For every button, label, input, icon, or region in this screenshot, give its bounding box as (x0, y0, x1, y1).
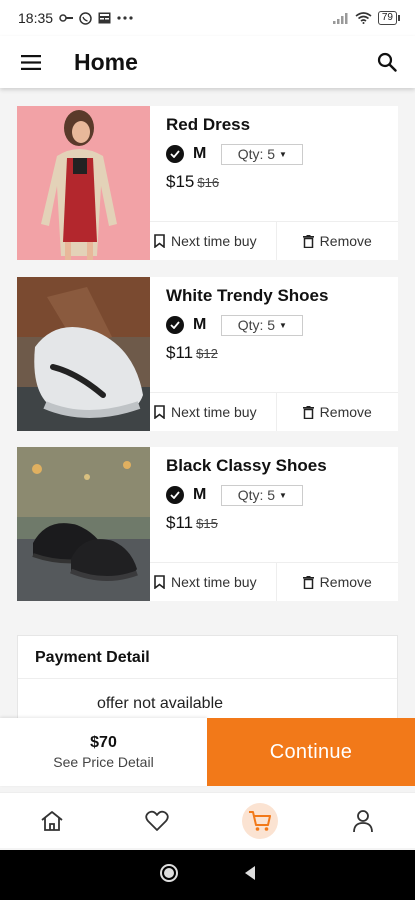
product-name: White Trendy Shoes (166, 286, 329, 305)
product-old-price: $12 (196, 346, 218, 361)
app-bar: Home (0, 36, 415, 88)
cart-item-card: Black Classy Shoes M Qty: 5 ▼ $11 $15 Ne… (17, 447, 398, 601)
check-circle-icon (166, 316, 184, 334)
quantity-dropdown[interactable]: Qty: 5 ▼ (221, 143, 304, 165)
check-circle-icon (166, 486, 184, 504)
home-icon[interactable] (32, 801, 72, 841)
next-time-buy-label: Next time buy (171, 233, 257, 249)
remove-button[interactable]: Remove (277, 563, 399, 601)
hamburger-menu-icon[interactable] (17, 48, 45, 76)
product-size: M (193, 316, 207, 333)
trash-icon (302, 575, 314, 589)
status-time: 18:35 (18, 10, 54, 26)
price-row: $11 $15 (166, 513, 218, 533)
bookmark-icon (154, 234, 165, 248)
item-actions: Next time buy Remove (150, 562, 398, 601)
bookmark-icon (154, 575, 165, 589)
system-nav-bar (0, 850, 415, 900)
price-row: $15 $16 (166, 172, 219, 192)
caret-down-icon: ▼ (279, 490, 287, 500)
remove-label: Remove (319, 404, 372, 420)
cell-signal-icon (332, 12, 349, 24)
checkout-bar: $70 See Price Detail Continue (0, 718, 415, 786)
news-icon (98, 12, 111, 24)
cart-item-card: Red Dress M Qty: 5 ▼ $15 $16 Next time b… (17, 106, 398, 260)
cart-item-card: White Trendy Shoes M Qty: 5 ▼ $11 $12 Ne… (17, 277, 398, 431)
quantity-dropdown[interactable]: Qty: 5 ▼ (221, 484, 304, 506)
home-circle-icon[interactable] (159, 863, 179, 888)
next-time-buy-label: Next time buy (171, 404, 257, 420)
item-actions: Next time buy Remove (150, 221, 398, 260)
battery-icon: 79 (377, 11, 401, 25)
status-bar: 18:35 79 (0, 0, 415, 36)
heart-icon[interactable] (137, 801, 177, 841)
product-name: Black Classy Shoes (166, 456, 327, 475)
bookmark-icon (154, 405, 165, 419)
remove-label: Remove (319, 233, 372, 249)
product-old-price: $15 (196, 516, 218, 531)
next-time-buy-button[interactable]: Next time buy (150, 393, 277, 431)
payment-detail-title: Payment Detail (35, 649, 150, 666)
size-row: M Qty: 5 ▼ (166, 314, 304, 336)
check-circle-icon (166, 145, 184, 163)
profile-icon[interactable] (343, 801, 383, 841)
product-name: Red Dress (166, 115, 251, 134)
signal-key-icon (59, 13, 74, 23)
trash-icon (302, 405, 314, 419)
page-title: Home (74, 48, 138, 75)
product-image-white-shoes[interactable] (17, 277, 150, 431)
product-size: M (193, 486, 207, 503)
quantity-label: Qty: 5 (237, 146, 276, 162)
quantity-label: Qty: 5 (237, 317, 276, 333)
size-row: M Qty: 5 ▼ (166, 143, 304, 165)
next-time-buy-button[interactable]: Next time buy (150, 563, 277, 601)
next-time-buy-button[interactable]: Next time buy (150, 222, 277, 260)
product-image-red-dress[interactable] (17, 106, 150, 260)
next-time-buy-label: Next time buy (171, 574, 257, 590)
product-price: $15 (166, 172, 195, 191)
product-image-black-shoes[interactable] (17, 447, 150, 601)
product-old-price: $16 (197, 175, 220, 190)
back-triangle-icon[interactable] (243, 865, 257, 886)
product-price: $11 (166, 513, 194, 532)
cart-icon[interactable] (241, 802, 278, 839)
remove-label: Remove (319, 574, 372, 590)
caret-down-icon: ▼ (279, 320, 287, 330)
remove-button[interactable]: Remove (277, 393, 399, 431)
product-price: $11 (166, 343, 194, 362)
search-icon[interactable] (373, 48, 401, 76)
quantity-label: Qty: 5 (237, 487, 276, 503)
more-dots-icon (117, 16, 133, 20)
see-price-detail-link[interactable]: See Price Detail (53, 754, 153, 770)
divider (18, 678, 397, 679)
size-row: M Qty: 5 ▼ (166, 484, 304, 506)
remove-button[interactable]: Remove (277, 222, 399, 260)
caret-down-icon: ▼ (279, 149, 287, 159)
total-price: $70 (90, 734, 117, 751)
bottom-nav (0, 792, 415, 848)
wifi-icon (355, 12, 372, 24)
product-size: M (193, 145, 207, 162)
battery-level: 79 (381, 12, 393, 23)
item-actions: Next time buy Remove (150, 392, 398, 431)
offer-status-text: offer not available (97, 695, 224, 712)
trash-icon (302, 234, 314, 248)
total-price-box[interactable]: $70 See Price Detail (0, 718, 207, 786)
price-row: $11 $12 (166, 343, 218, 363)
continue-button[interactable]: Continue (207, 718, 415, 786)
quantity-dropdown[interactable]: Qty: 5 ▼ (221, 314, 304, 336)
whatsapp-icon (79, 11, 92, 25)
